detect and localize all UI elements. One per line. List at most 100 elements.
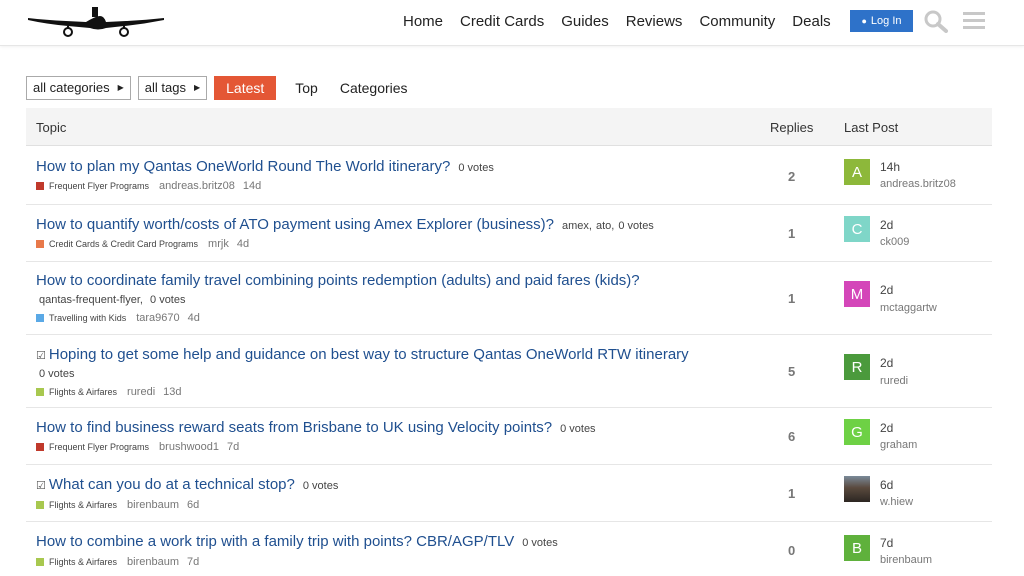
column-replies[interactable]: Replies [770,120,813,135]
vote-count: 0 votes [39,368,75,380]
nav-community[interactable]: Community [699,13,775,30]
topic-author[interactable]: brushwood1 [159,441,219,453]
vote-count: 0 votes [150,294,186,306]
avatar[interactable]: M [844,281,870,307]
nav-deals[interactable]: Deals [792,13,830,30]
topic-tag[interactable]: ato, [596,220,614,232]
category-color-swatch [36,558,44,566]
topic-title-link[interactable]: How to plan my Qantas OneWorld Round The… [36,158,450,175]
reply-count: 1 [788,291,796,306]
category-link[interactable]: Credit Cards & Credit Card Programs [49,239,198,249]
checkbox-icon: ☑ [36,480,46,492]
category-link[interactable]: Flights & Airfares [49,500,117,510]
reply-count: 0 [788,543,796,558]
topic-age: 7d [187,556,200,568]
category-dropdown[interactable]: all categories ▶ [26,75,131,100]
topic-age: 6d [187,499,200,511]
topic-age: 13d [163,386,182,398]
topic-row: How to find business reward seats from B… [26,408,992,465]
avatar-photo[interactable] [844,476,870,502]
nav-guides[interactable]: Guides [561,13,609,30]
avatar[interactable]: B [844,535,870,561]
last-post-time[interactable]: 2d [880,356,893,370]
nav-credit-cards[interactable]: Credit Cards [460,13,544,30]
topic-tag[interactable]: qantas-frequent-flyer, [39,294,143,306]
login-label: Log In [870,15,902,27]
topic-age: 4d [187,312,200,324]
reply-count: 1 [788,226,796,241]
nav-home[interactable]: Home [403,13,443,30]
site-header: Home Credit Cards Guides Reviews Communi… [0,0,1024,46]
last-post-user[interactable]: ck009 [880,236,909,248]
column-last-post[interactable]: Last Post [844,120,898,135]
tab-categories[interactable]: Categories [329,80,419,96]
column-topic[interactable]: Topic [36,120,66,135]
last-post-user[interactable]: w.hiew [880,496,913,508]
last-post-user[interactable]: graham [880,439,917,451]
search-icon[interactable] [923,9,949,33]
category-link[interactable]: Frequent Flyer Programs [49,442,149,452]
topic-author[interactable]: birenbaum [127,556,179,568]
category-color-swatch [36,388,44,396]
vote-count: 0 votes [458,162,494,174]
category-link[interactable]: Flights & Airfares [49,557,117,567]
topic-row: How to coordinate family travel combinin… [26,262,992,335]
category-link[interactable]: Travelling with Kids [49,313,126,323]
category-color-swatch [36,501,44,509]
category-color-swatch [36,314,44,322]
last-post-time[interactable]: 2d [880,218,893,232]
tab-top[interactable]: Top [284,80,329,96]
topic-row: ☑ Hoping to get some help and guidance o… [26,335,992,408]
caret-right-icon: ▶ [117,83,124,92]
topic-author[interactable]: andreas.britz08 [159,180,235,192]
category-color-swatch [36,240,44,248]
avatar[interactable]: R [844,354,870,380]
topic-title-link[interactable]: How to find business reward seats from B… [36,419,552,436]
checkbox-icon: ☑ [36,350,46,362]
caret-right-icon: ▶ [193,83,201,92]
topic-author[interactable]: tara9670 [136,312,179,324]
nav-reviews[interactable]: Reviews [626,13,683,30]
avatar[interactable]: A [844,159,870,185]
topic-row: How to quantify worth/costs of ATO payme… [26,205,992,262]
topic-title-link[interactable]: How to combine a work trip with a family… [36,533,514,550]
category-color-swatch [36,182,44,190]
avatar[interactable]: C [844,216,870,242]
user-icon: ● [861,16,867,26]
topic-age: 7d [226,441,240,453]
last-post-user[interactable]: andreas.britz08 [880,178,956,190]
topic-tag[interactable]: amex, [562,220,592,232]
category-color-swatch [36,443,44,451]
last-post-time[interactable]: 14h [880,160,900,174]
topic-title-link[interactable]: Hoping to get some help and guidance on … [49,346,689,363]
tab-latest[interactable]: Latest [214,75,277,100]
topic-table-header: Topic Replies Last Post [26,108,992,146]
main-nav: Home Credit Cards Guides Reviews Communi… [403,0,848,42]
category-link[interactable]: Frequent Flyer Programs [49,181,149,191]
last-post-time[interactable]: 2d [880,421,893,435]
last-post-time[interactable]: 2d [880,283,893,297]
hamburger-menu-icon[interactable] [961,9,987,33]
topic-row: How to plan my Qantas OneWorld Round The… [26,147,992,205]
avatar[interactable]: G [844,419,870,445]
airplane-logo-icon[interactable] [26,4,166,38]
last-post-user[interactable]: ruredi [880,375,908,387]
topic-filter-bar: all categories ▶ all tags ▶ Latest Top C… [26,75,419,100]
category-link[interactable]: Flights & Airfares [49,387,117,397]
topic-author[interactable]: ruredi [127,386,155,398]
topic-title-link[interactable]: What can you do at a technical stop? [49,476,295,493]
last-post-user[interactable]: mctaggartw [880,302,937,314]
topic-age: 4d [236,238,250,250]
vote-count: 0 votes [618,220,654,232]
topic-title-link[interactable]: How to coordinate family travel combinin… [36,272,640,289]
reply-count: 2 [788,169,796,184]
last-post-time[interactable]: 7d [880,536,893,550]
reply-count: 1 [788,486,796,501]
last-post-user[interactable]: birenbaum [880,554,932,566]
login-button[interactable]: ● Log In [850,10,913,32]
topic-author[interactable]: birenbaum [127,499,179,511]
topic-author[interactable]: mrjk [208,238,229,250]
topic-title-link[interactable]: How to quantify worth/costs of ATO payme… [36,216,554,233]
last-post-time[interactable]: 6d [880,478,893,492]
tags-dropdown[interactable]: all tags ▶ [137,75,208,100]
